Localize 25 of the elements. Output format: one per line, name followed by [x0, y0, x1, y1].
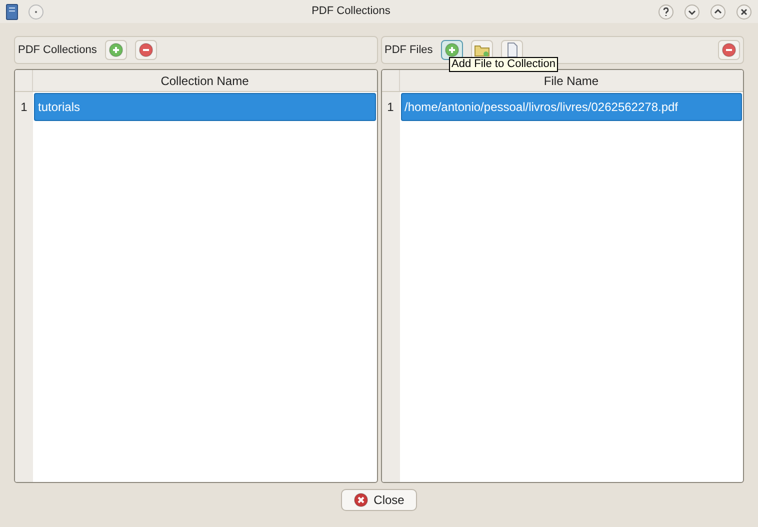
help-icon[interactable]	[658, 4, 674, 20]
row-number: 1	[386, 99, 395, 116]
close-icon[interactable]	[736, 4, 752, 20]
book-icon	[6, 4, 18, 20]
add-file-button[interactable]	[440, 40, 463, 60]
remove-button[interactable]	[718, 40, 740, 60]
plus-icon	[444, 43, 459, 57]
close-button[interactable]: Close	[340, 489, 418, 511]
document-icon	[506, 42, 518, 58]
maximize-icon[interactable]	[710, 4, 726, 20]
cancel-icon	[354, 493, 368, 507]
remove-button[interactable]	[134, 40, 157, 60]
folder-icon	[474, 44, 490, 56]
minimize-icon[interactable]	[684, 4, 700, 20]
add-button[interactable]	[104, 40, 127, 60]
panel-label: PDF Collections	[18, 42, 97, 58]
table-row[interactable]: tutorials	[34, 93, 376, 121]
table-row[interactable]: /home/antonio/pessoal/livros/livres/0262562278.pdf	[400, 93, 742, 121]
panel-label: PDF Files	[384, 42, 433, 58]
row-number: 1	[20, 99, 28, 116]
tooltip: Add File to Collection	[448, 57, 558, 72]
plus-icon	[108, 43, 123, 57]
minus-icon	[722, 43, 736, 57]
minus-icon	[138, 43, 153, 57]
window-title: PDF Collections	[310, 4, 392, 20]
